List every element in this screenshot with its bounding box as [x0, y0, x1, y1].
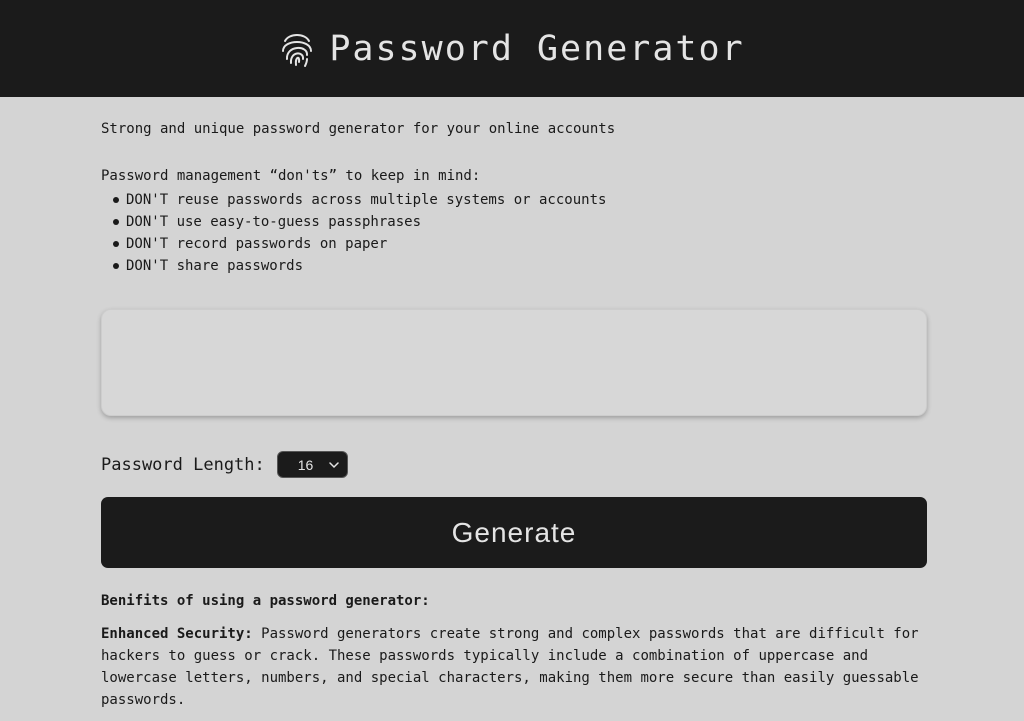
generate-button[interactable]: Generate: [101, 497, 927, 568]
list-item: DON'T share passwords: [101, 255, 606, 277]
donts-list: DON'T reuse passwords across multiple sy…: [101, 189, 606, 277]
benefits-heading: Benifits of using a password generator:: [101, 593, 430, 609]
password-output[interactable]: [101, 309, 927, 416]
bullet-icon: [113, 263, 119, 269]
fingerprint-icon: [282, 33, 313, 67]
bullet-icon: [113, 241, 119, 247]
list-item-text: DON'T record passwords on paper: [126, 236, 388, 252]
list-item-text: DON'T reuse passwords across multiple sy…: [126, 192, 607, 208]
list-item-text: DON'T share passwords: [126, 258, 304, 274]
password-length-row: Password Length: 16: [101, 451, 348, 478]
app-header: Password Generator: [0, 0, 1024, 97]
list-item-text: DON'T use easy-to-guess passphrases: [126, 214, 422, 230]
tagline: Strong and unique password generator for…: [101, 121, 616, 137]
benefit-term: Enhanced Security:: [101, 626, 253, 642]
benefit-paragraph: Enhanced Security: Password generators c…: [101, 623, 927, 711]
list-item: DON'T use easy-to-guess passphrases: [101, 211, 606, 233]
password-length-value: 16: [297, 456, 314, 473]
list-item: DON'T reuse passwords across multiple sy…: [101, 189, 606, 211]
list-item: DON'T record passwords on paper: [101, 233, 606, 255]
password-length-label: Password Length:: [101, 454, 265, 475]
chevron-down-icon: [329, 461, 339, 468]
donts-heading: Password management “don'ts” to keep in …: [101, 168, 481, 184]
password-length-select[interactable]: 16: [276, 451, 348, 478]
bullet-icon: [113, 219, 119, 225]
bullet-icon: [113, 197, 119, 203]
page-title: Password Generator: [329, 28, 745, 69]
